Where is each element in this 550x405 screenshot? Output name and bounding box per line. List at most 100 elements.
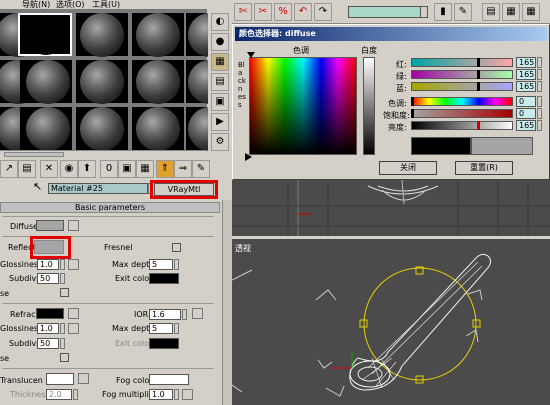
fog-multiplier-map-button[interactable] [182,389,193,400]
show-map-icon[interactable]: ▣ [118,160,136,178]
close-button[interactable]: 关闭 [379,161,437,175]
value-thumb[interactable] [477,121,480,130]
mirror-icon[interactable]: ▮ [434,3,452,21]
material-slot-active[interactable] [18,13,72,56]
green-thumb[interactable] [477,70,480,79]
green-spinner[interactable] [537,69,542,80]
layer-manager-icon[interactable]: ▤ [482,3,500,21]
material-slot[interactable] [132,13,184,57]
use2-checkbox[interactable] [60,353,69,362]
refract-swatch[interactable] [36,308,64,319]
refract-subdivs-input[interactable]: 50 [37,338,59,349]
hue-slider[interactable] [411,97,513,106]
make-preview-icon[interactable]: ▶ [211,113,229,131]
go-parent-icon[interactable]: ⇑ [156,160,174,178]
refract-glossiness-map-button[interactable] [68,323,79,334]
curve-editor-icon[interactable]: ▦ [502,3,520,21]
reset-map-icon[interactable]: ✕ [40,160,58,178]
hue-pointer-icon[interactable] [247,52,255,58]
refract-exit-color-swatch[interactable] [149,338,179,349]
show-end-icon[interactable]: ▦ [136,160,154,178]
value-slider[interactable] [411,121,513,130]
red-thumb[interactable] [477,58,480,67]
material-slot[interactable] [20,107,72,151]
align-icon[interactable]: ✎ [454,3,472,21]
fresnel-checkbox[interactable] [172,243,181,252]
thickness-spinner[interactable] [73,389,78,400]
options-icon[interactable]: ⚙ [211,133,229,151]
reflect-swatch[interactable] [34,240,64,254]
use-checkbox[interactable] [60,288,69,297]
whiteness-strip[interactable] [363,57,375,155]
saturation-slider[interactable] [411,109,513,118]
max-depth-input[interactable]: 5 [149,259,173,270]
blackness-pointer-icon[interactable] [245,153,252,161]
translucent-swatch[interactable] [46,373,74,385]
schematic-icon[interactable]: ▦ [522,3,540,21]
selection-set-arrow[interactable] [420,6,428,18]
redo-icon[interactable]: ↷ [314,3,332,21]
saturation-thumb[interactable] [411,109,414,118]
ior-spinner[interactable] [182,309,187,320]
max-depth-spinner[interactable] [174,259,179,270]
unlink-icon[interactable]: ✂ [254,3,272,21]
material-slot[interactable] [132,60,184,104]
undo-icon[interactable]: ↶ [294,3,312,21]
glossiness-map-button[interactable] [68,259,79,270]
slots-scrollbar[interactable] [0,150,207,158]
diffuse-swatch[interactable] [36,220,64,231]
put-to-scene-icon[interactable]: ↗ [0,160,18,178]
rollout-title[interactable]: Basic parameters [0,202,220,213]
material-slot[interactable] [20,60,72,104]
subdivs-spinner[interactable] [60,273,65,284]
glossiness-input[interactable]: 1.0 [37,259,59,270]
select-link-icon[interactable]: ✄ [234,3,252,21]
diffuse-map-button[interactable] [68,220,79,231]
hue-thumb[interactable] [411,97,414,106]
saturation-value[interactable]: 0 [516,108,536,119]
put-library-icon[interactable]: ⬆ [78,160,96,178]
hue-value[interactable]: 0 [516,96,536,107]
eyedropper-icon[interactable]: ↖ [33,180,42,193]
hue-spinner[interactable] [537,96,542,107]
subdivs-input[interactable]: 50 [37,273,59,284]
blue-spinner[interactable] [537,81,542,92]
make-copy-icon[interactable]: ◉ [60,160,78,178]
material-slot[interactable] [76,107,128,151]
ior-map-button[interactable] [192,308,203,319]
blue-thumb[interactable] [477,82,480,91]
hue-blackness-square[interactable] [249,57,357,155]
assign-icon[interactable]: ▤ [18,160,36,178]
ior-input[interactable]: 1.6 [149,309,181,320]
video-check-icon[interactable]: ▣ [211,93,229,111]
backlight-icon[interactable]: ● [211,33,229,51]
green-slider[interactable] [411,70,513,79]
uv-tiling-icon[interactable]: ▤ [211,73,229,91]
material-slot[interactable] [186,107,232,151]
value-value[interactable]: 165 [516,120,536,131]
refract-max-depth-spinner[interactable] [174,323,179,334]
perspective-viewport[interactable]: 透视 [232,240,550,405]
thickness-input[interactable]: 2.0 [46,389,72,400]
dialog-titlebar[interactable]: 颜色选择器: diffuse [235,27,547,41]
material-type-button[interactable]: VRayMtl [154,183,214,196]
material-slot[interactable] [76,60,128,104]
refract-max-depth-input[interactable]: 5 [149,323,173,334]
translucent-map-button[interactable] [78,373,89,384]
selection-set-dropdown[interactable] [348,6,422,18]
refract-glossiness-input[interactable]: 1.0 [37,323,59,334]
background-icon[interactable]: ▦ [211,53,229,71]
blue-slider[interactable] [411,82,513,91]
panel-scrollbar[interactable] [222,200,232,405]
refract-glossiness-spinner[interactable] [60,323,65,334]
go-sibling-icon[interactable]: ⇒ [174,160,192,178]
material-slot[interactable] [132,107,184,151]
red-slider[interactable] [411,58,513,67]
fog-multiplier-spinner[interactable] [174,389,179,400]
glossiness-spinner[interactable] [60,259,65,270]
material-slot[interactable] [76,13,128,57]
material-name-field[interactable]: Material #25 [48,183,148,194]
exit-color-swatch[interactable] [149,273,179,284]
effects-channel-icon[interactable]: 0 [100,160,118,178]
value-spinner[interactable] [537,120,542,131]
